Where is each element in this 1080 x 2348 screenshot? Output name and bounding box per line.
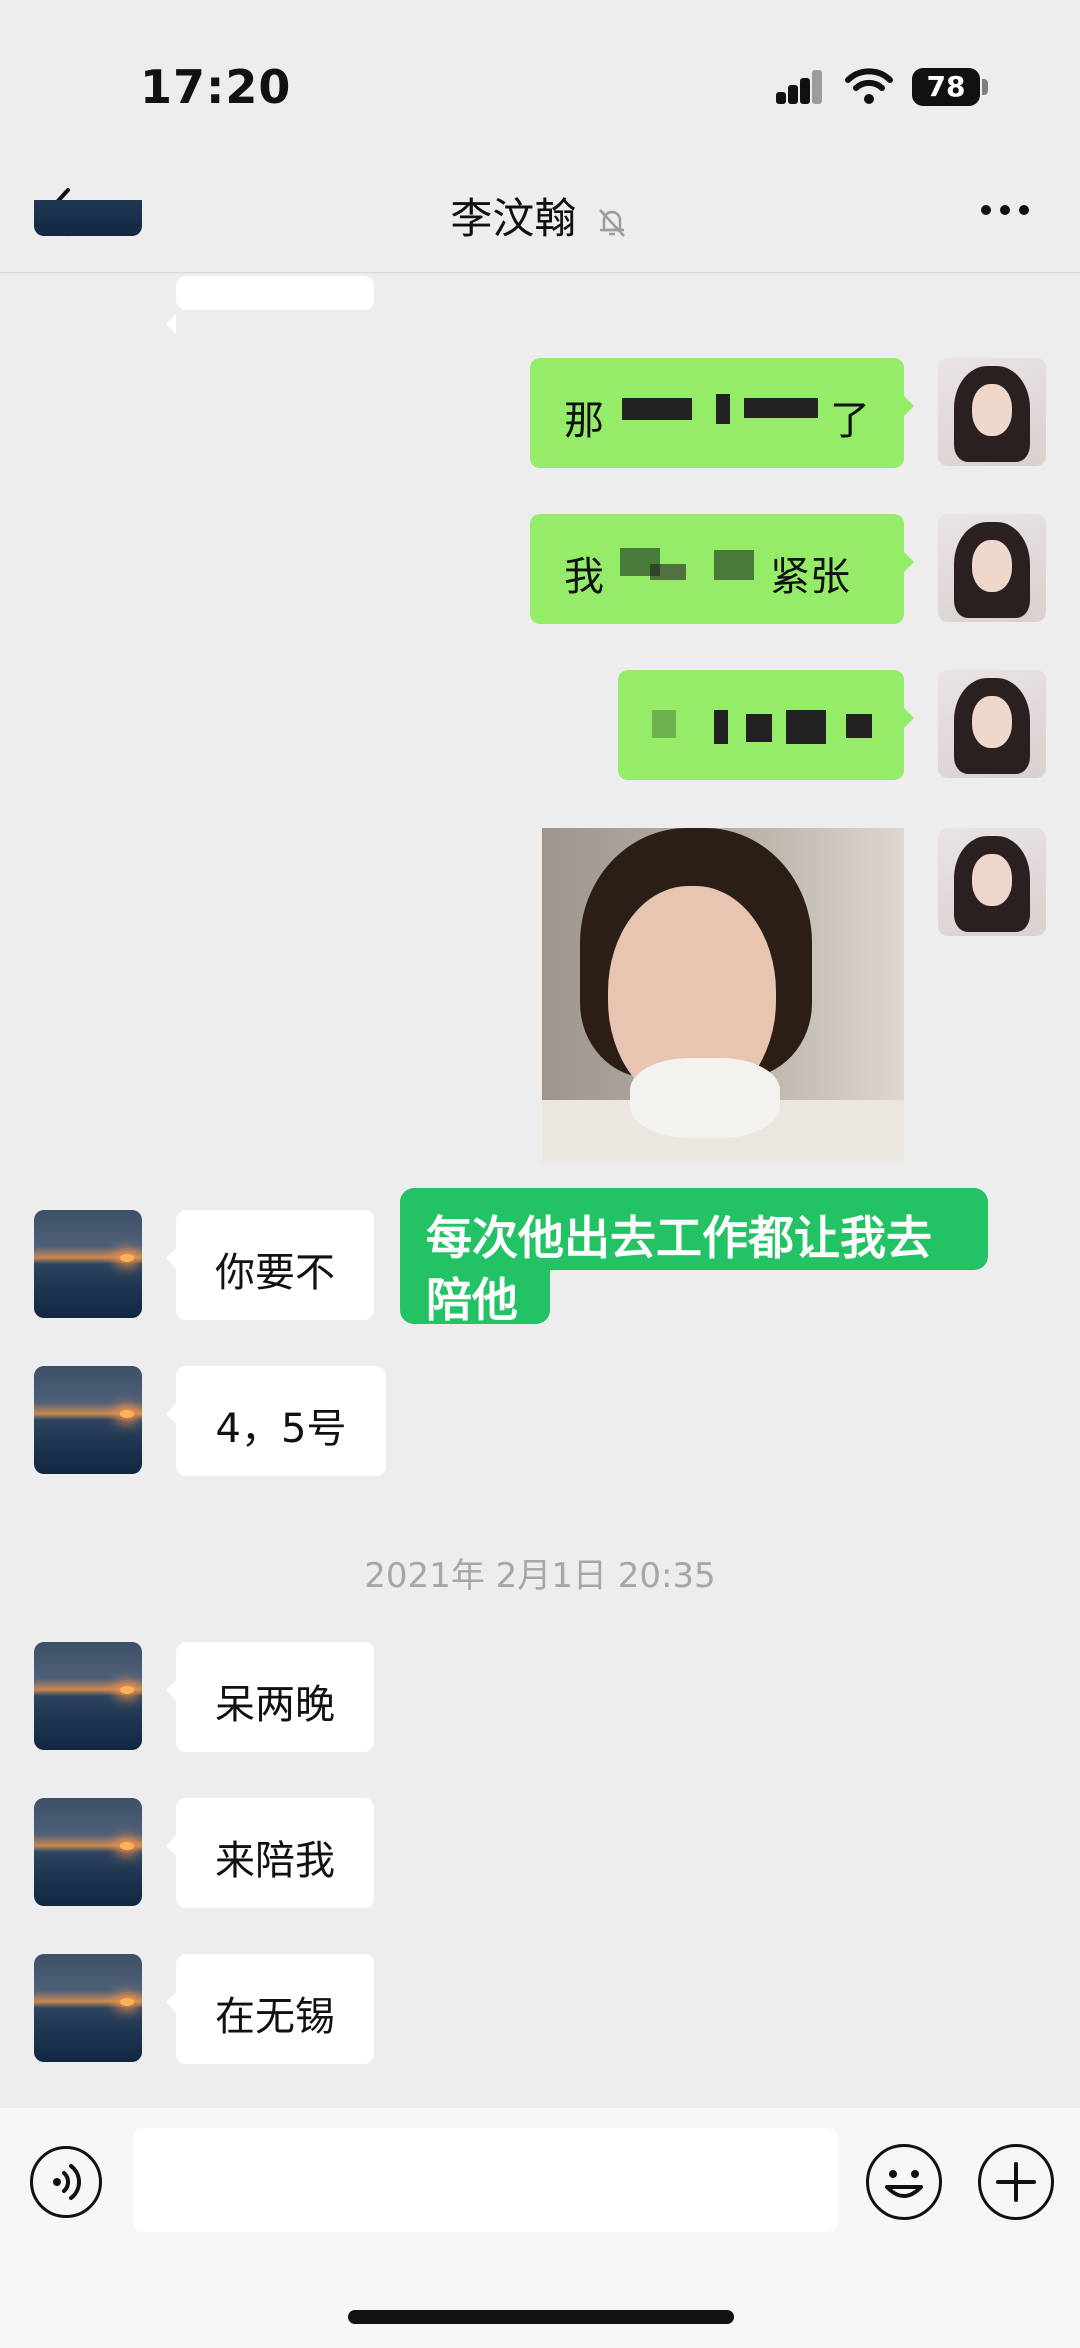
battery-indicator: 78 xyxy=(912,68,980,106)
caption-line-2: 陪他 xyxy=(426,1273,518,1327)
self-avatar[interactable] xyxy=(938,358,1046,466)
emoji-icon[interactable] xyxy=(866,2144,942,2220)
message-bubble-incoming[interactable]: 来陪我 xyxy=(166,1798,374,1908)
self-avatar[interactable] xyxy=(938,828,1046,936)
image-message[interactable] xyxy=(542,828,904,1162)
battery-cap xyxy=(982,79,988,95)
message-bubble-outgoing[interactable]: 那 了 xyxy=(530,358,914,468)
home-indicator[interactable] xyxy=(348,2310,734,2324)
caption-line-1: 每次他出去工作都让我去 xyxy=(426,1211,932,1265)
message-text: 来陪我 xyxy=(215,1838,335,1884)
voice-icon[interactable] xyxy=(30,2146,102,2218)
mosaic-block xyxy=(744,398,818,418)
contact-name: 李汶翰 xyxy=(450,194,577,243)
mosaic-block xyxy=(714,710,728,744)
contact-avatar[interactable] xyxy=(34,1210,142,1318)
contact-avatar[interactable] xyxy=(34,1642,142,1750)
message-text: 我 xyxy=(564,554,604,600)
message-text: 那 xyxy=(564,398,604,444)
message-input[interactable] xyxy=(133,2128,838,2232)
wifi-icon xyxy=(845,68,893,104)
signal-icon xyxy=(776,70,822,104)
mosaic-block xyxy=(714,550,754,580)
mosaic-block xyxy=(786,710,826,744)
message-timestamp: 2021年 2月1日 20:35 xyxy=(364,1556,716,1596)
message-bubble-incoming[interactable]: 在无锡 xyxy=(166,1954,374,2064)
message-text-end: 紧张 xyxy=(770,554,850,600)
mosaic-block xyxy=(622,398,692,420)
chat-title: 李汶翰 xyxy=(0,185,1080,246)
mosaic-block xyxy=(746,714,772,742)
message-text-end: 了 xyxy=(830,398,870,444)
mosaic-block xyxy=(650,564,686,580)
self-avatar[interactable] xyxy=(938,670,1046,778)
message-text: 在无锡 xyxy=(215,1994,335,2040)
mosaic-block xyxy=(846,714,872,738)
contact-avatar[interactable] xyxy=(34,1954,142,2062)
message-bubble-outgoing[interactable]: 我 紧张 xyxy=(530,514,914,624)
header-divider xyxy=(0,272,1080,273)
message-text: 呆两晚 xyxy=(215,1682,335,1728)
mosaic-block xyxy=(652,710,676,738)
message-text: 你要不 xyxy=(215,1250,335,1296)
message-bubble-outgoing[interactable] xyxy=(618,670,914,780)
message-bubble-incoming[interactable]: 呆两晚 xyxy=(166,1642,374,1752)
more-dots-icon[interactable] xyxy=(980,200,1030,220)
message-bubble-incoming[interactable]: 你要不 xyxy=(166,1210,374,1320)
message-text: 4，5号 xyxy=(215,1406,347,1452)
bell-off-icon xyxy=(598,208,625,237)
message-bubble-cropped xyxy=(166,276,374,334)
self-avatar[interactable] xyxy=(938,514,1046,622)
message-bubble-incoming[interactable]: 4，5号 xyxy=(166,1366,386,1476)
contact-avatar[interactable] xyxy=(34,1798,142,1906)
mosaic-block xyxy=(716,394,730,424)
contact-avatar[interactable] xyxy=(34,1366,142,1474)
overlay-caption: 每次他出去工作都让我去 陪他 xyxy=(400,1188,988,1336)
status-time: 17:20 xyxy=(140,60,292,114)
plus-icon[interactable] xyxy=(978,2144,1054,2220)
